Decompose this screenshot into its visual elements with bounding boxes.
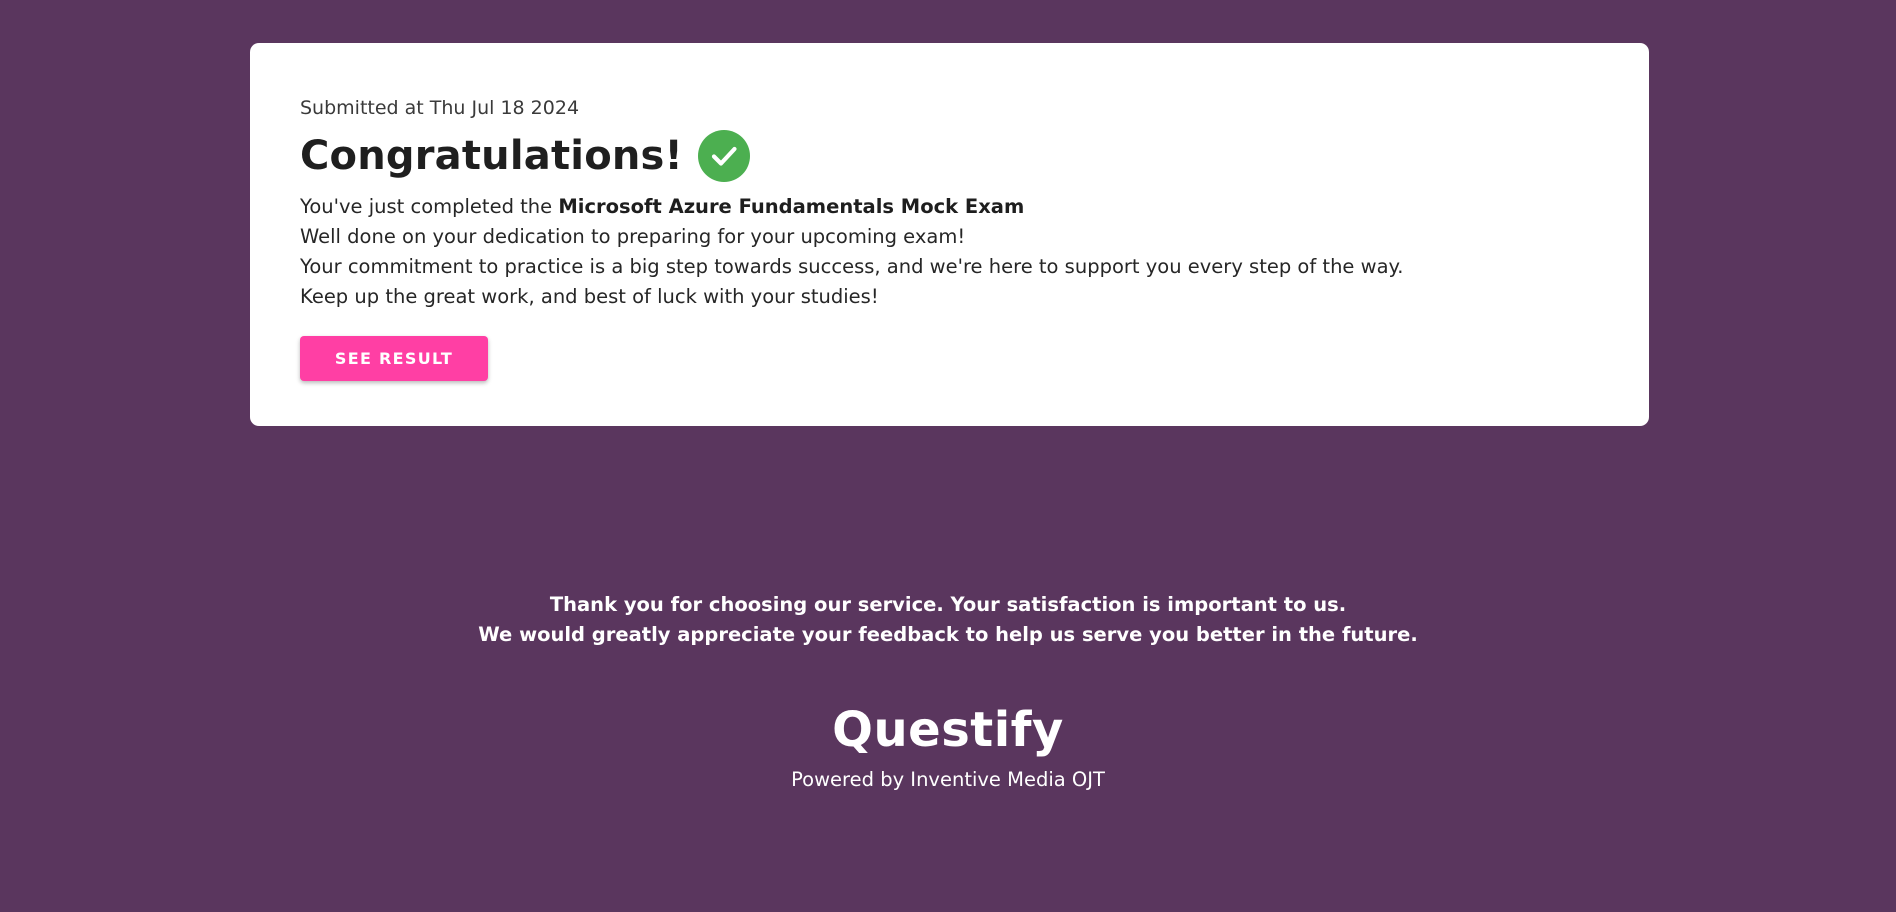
powered-by-text: Powered by Inventive Media OJT xyxy=(791,768,1105,791)
submitted-timestamp: Submitted at Thu Jul 18 2024 xyxy=(300,97,580,119)
thanks-line-1: Thank you for choosing our service. Your… xyxy=(549,593,1347,616)
completion-line-2: Well done on your dedication to preparin… xyxy=(300,225,966,248)
completion-line-prefix: You've just completed the xyxy=(300,195,559,218)
footer: Thank you for choosing our service. Your… xyxy=(0,590,1896,792)
result-card: Submitted at Thu Jul 18 2024 Congratulat… xyxy=(250,43,1649,426)
completion-line-4: Keep up the great work, and best of luck… xyxy=(300,285,879,308)
title-row: Congratulations! xyxy=(300,129,1599,183)
thanks-line-2: We would greatly appreciate your feedbac… xyxy=(478,623,1418,646)
completion-line-1: You've just completed the Microsoft Azur… xyxy=(300,192,1599,222)
exam-name: Microsoft Azure Fundamentals Mock Exam xyxy=(558,195,1025,218)
completion-message: You've just completed the Microsoft Azur… xyxy=(300,192,1599,312)
page-title: Congratulations! xyxy=(300,133,684,179)
completion-line-3: Your commitment to practice is a big ste… xyxy=(300,255,1404,278)
check-circle-icon xyxy=(698,130,751,182)
brand-logo-text: Questify xyxy=(832,702,1064,758)
see-result-button[interactable]: SEE RESULT xyxy=(300,336,488,381)
